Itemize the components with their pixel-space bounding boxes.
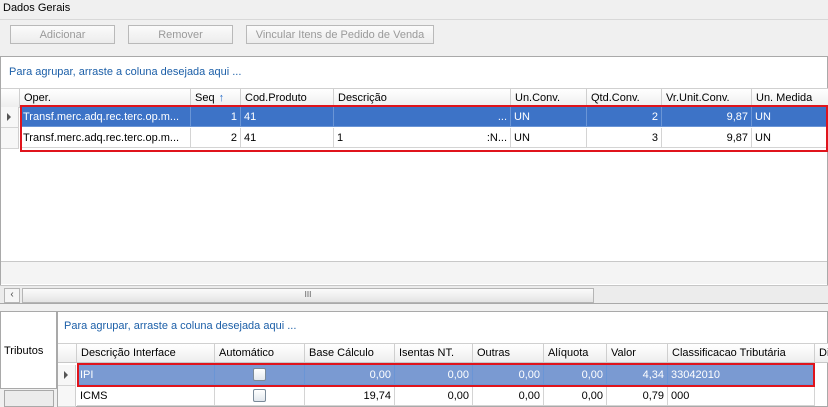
- taxes-grid-header: Descrição Interface Automático Base Cálc…: [58, 343, 828, 363]
- remove-button[interactable]: Remover: [128, 25, 233, 44]
- cell-classificacao-tributaria[interactable]: 000: [668, 386, 815, 406]
- col-seq-label: Seq: [195, 92, 215, 104]
- cell-aliquota[interactable]: 0,00: [544, 386, 607, 406]
- highlight-box-items: [20, 105, 828, 152]
- col-classificacao-tributaria[interactable]: Classificacao Tributária: [668, 344, 815, 362]
- scroll-left-arrow-icon[interactable]: ‹: [4, 288, 20, 303]
- current-row-arrow-icon: [7, 113, 11, 121]
- cell-base-calculo[interactable]: 19,74: [305, 386, 395, 406]
- row-indicator: [58, 365, 76, 386]
- add-button[interactable]: Adicionar: [10, 25, 115, 44]
- link-sales-order-items-button[interactable]: Vincular Itens de Pedido de Venda: [246, 25, 434, 44]
- horizontal-scrollbar[interactable]: ‹ III: [0, 285, 828, 303]
- cell-outras[interactable]: 0,00: [473, 386, 544, 406]
- header-indicator: [58, 344, 77, 362]
- highlight-box-ipi: [77, 363, 815, 387]
- grid-footer: [1, 261, 827, 284]
- col-outras[interactable]: Outras: [473, 344, 544, 362]
- cell-isentas-nt[interactable]: 0,00: [395, 386, 473, 406]
- scroll-thumb[interactable]: III: [22, 288, 594, 303]
- col-descricao-interface[interactable]: Descrição Interface: [77, 344, 215, 362]
- cell-automatico[interactable]: [215, 386, 305, 406]
- col-aliquota[interactable]: Alíquota: [544, 344, 607, 362]
- automatico-checkbox[interactable]: [253, 388, 266, 402]
- sort-ascending-icon: ↑: [218, 92, 225, 104]
- col-base-calculo[interactable]: Base Cálculo: [305, 344, 395, 362]
- col-di[interactable]: Di: [815, 344, 828, 362]
- toolbar: Adicionar Remover Vincular Itens de Pedi…: [0, 19, 828, 50]
- col-automatico[interactable]: Automático: [215, 344, 305, 362]
- row-indicator: [1, 107, 19, 128]
- group-by-hint-taxes[interactable]: Para agrupar, arraste a coluna desejada …: [64, 320, 296, 332]
- cell-descricao-interface[interactable]: ICMS: [77, 386, 215, 406]
- col-isentas-nt[interactable]: Isentas NT.: [395, 344, 473, 362]
- tab-strip-item[interactable]: [4, 390, 54, 407]
- row-indicator: [58, 386, 76, 407]
- cell-valor[interactable]: 0,79: [607, 386, 668, 406]
- tributos-tab-label: Tributos: [4, 345, 44, 357]
- header-indicator: [1, 89, 20, 107]
- items-grid: Para agrupar, arraste a coluna desejada …: [0, 56, 828, 304]
- section-title: Dados Gerais: [3, 2, 71, 14]
- col-valor[interactable]: Valor: [607, 344, 668, 362]
- table-row[interactable]: ICMS 19,74 0,00 0,00 0,00 0,79 000: [58, 386, 828, 407]
- taxes-grid: Para agrupar, arraste a coluna desejada …: [57, 311, 828, 407]
- current-row-arrow-icon: [64, 371, 68, 379]
- row-indicator: [1, 128, 19, 149]
- group-by-hint[interactable]: Para agrupar, arraste a coluna desejada …: [9, 66, 241, 78]
